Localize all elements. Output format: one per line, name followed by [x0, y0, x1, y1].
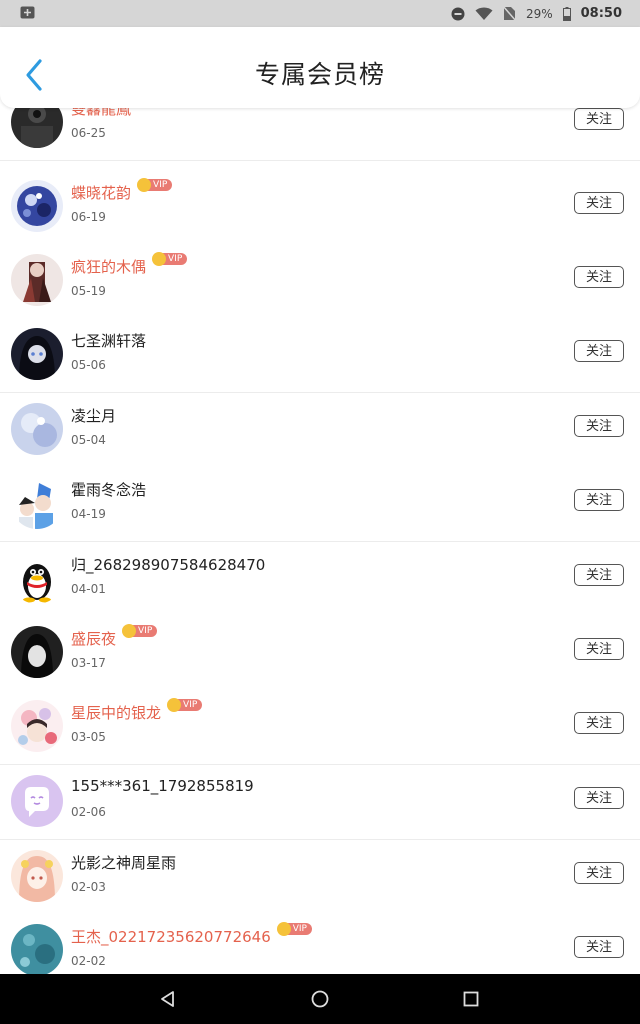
member-name[interactable]: 王杰_02217235620772646 VIP: [71, 922, 312, 947]
member-name-text: 七圣渊轩落: [71, 332, 147, 350]
crown-icon: [137, 178, 152, 192]
status-bar: 29% 08:50: [0, 0, 640, 27]
member-name[interactable]: 盛辰夜 VIP: [71, 624, 158, 649]
join-date: 06-19: [71, 210, 106, 224]
avatar[interactable]: [11, 477, 63, 529]
avatar[interactable]: [11, 626, 63, 678]
avatar[interactable]: [11, 180, 63, 232]
navigation-bar: [0, 974, 640, 1024]
vip-badge: VIP: [152, 252, 188, 266]
battery-icon: [562, 6, 571, 21]
crown-icon: [122, 624, 137, 638]
member-name-text: 盛辰夜: [71, 630, 117, 648]
nav-recents-button[interactable]: [461, 989, 481, 1009]
list-item[interactable]: 霍雨冬念浩 04-19 关注: [0, 467, 640, 542]
member-name-text: 归_268298907584628470: [71, 556, 266, 574]
notification-square-icon: [20, 6, 35, 23]
list-item[interactable]: 凌尘月 05-04 关注: [0, 393, 640, 468]
member-name-text: 王杰_02217235620772646: [71, 928, 271, 946]
join-date: 05-06: [71, 358, 106, 372]
follow-button[interactable]: 关注: [574, 266, 624, 288]
join-date: 02-03: [71, 880, 106, 894]
follow-button[interactable]: 关注: [574, 936, 624, 958]
member-name[interactable]: 星辰中的银龙 VIP: [71, 698, 203, 723]
battery-percent: 29%: [525, 6, 553, 21]
vip-badge: VIP: [167, 698, 203, 712]
vip-badge: VIP: [122, 624, 158, 638]
member-name-text: 凌尘月: [71, 407, 117, 425]
avatar[interactable]: [11, 403, 63, 455]
follow-button[interactable]: 关注: [574, 638, 624, 660]
join-date: 05-19: [71, 284, 106, 298]
list-item[interactable]: 光影之神周星雨 02-03 关注: [0, 840, 640, 915]
follow-button[interactable]: 关注: [574, 415, 624, 437]
avatar[interactable]: [11, 328, 63, 380]
avatar[interactable]: [11, 552, 63, 604]
member-name[interactable]: 凌尘月: [71, 405, 116, 426]
page-title: 专属会员榜: [254, 60, 385, 89]
member-list[interactable]: 雙馫龍鳳VIP 06-25 关注 蝶晓花韵VIP 06-19 关注 疯狂的木偶V…: [0, 96, 640, 974]
member-name[interactable]: 归_268298907584628470: [71, 554, 265, 575]
do-not-disturb-icon: [451, 7, 465, 21]
circle-home-icon: [311, 990, 329, 1008]
member-name-text: 蝶晓花韵: [71, 184, 132, 202]
square-recents-icon: [463, 991, 479, 1007]
header-bar: 专属会员榜: [0, 27, 640, 108]
vip-badge: VIP: [137, 178, 173, 192]
member-name[interactable]: 蝶晓花韵 VIP: [71, 178, 173, 203]
member-name-text: 光影之神周星雨: [71, 854, 177, 872]
member-name[interactable]: 光影之神周星雨: [71, 852, 176, 873]
follow-button[interactable]: 关注: [574, 340, 624, 362]
list-item[interactable]: 星辰中的银龙 VIP 03-05 关注: [0, 690, 640, 765]
follow-button[interactable]: 关注: [574, 192, 624, 214]
avatar[interactable]: [11, 850, 63, 902]
follow-button[interactable]: 关注: [574, 787, 624, 809]
member-name-text: 疯狂的木偶: [71, 258, 147, 276]
nav-home-button[interactable]: [310, 989, 330, 1009]
list-item[interactable]: 疯狂的木偶 VIP 05-19 关注: [0, 244, 640, 319]
join-date: 06-25: [71, 126, 106, 140]
member-name-text: 霍雨冬念浩: [71, 481, 147, 499]
triangle-back-icon: [161, 991, 174, 1007]
join-date: 05-04: [71, 433, 106, 447]
member-name[interactable]: 七圣渊轩落: [71, 330, 146, 351]
member-name[interactable]: 155***361_1792855819: [71, 777, 254, 795]
list-item[interactable]: 155***361_1792855819 02-06 关注: [0, 765, 640, 840]
wifi-icon: [475, 7, 493, 21]
no-sim-icon: [502, 6, 516, 21]
follow-button[interactable]: 关注: [574, 712, 624, 734]
join-date: 04-19: [71, 507, 106, 521]
member-name[interactable]: 霍雨冬念浩: [71, 479, 146, 500]
avatar[interactable]: [11, 924, 63, 974]
member-name-text: 155***361_1792855819: [71, 777, 254, 795]
crown-icon: [276, 922, 291, 936]
avatar[interactable]: [11, 775, 63, 827]
join-date: 02-06: [71, 805, 106, 819]
crown-icon: [167, 698, 182, 712]
follow-button[interactable]: 关注: [574, 108, 624, 130]
list-item[interactable]: 归_268298907584628470 04-01 关注: [0, 542, 640, 617]
follow-button[interactable]: 关注: [574, 564, 624, 586]
list-item[interactable]: 盛辰夜 VIP 03-17 关注: [0, 616, 640, 691]
join-date: 04-01: [71, 582, 106, 596]
crown-icon: [152, 252, 167, 266]
follow-button[interactable]: 关注: [574, 489, 624, 511]
join-date: 03-17: [71, 656, 106, 670]
vip-badge: VIP: [276, 922, 312, 936]
nav-back-button[interactable]: [158, 989, 178, 1009]
member-name[interactable]: 疯狂的木偶 VIP: [71, 252, 188, 277]
avatar[interactable]: [11, 254, 63, 306]
member-name-text: 星辰中的银龙: [71, 704, 162, 722]
join-date: 02-02: [71, 954, 106, 968]
join-date: 03-05: [71, 730, 106, 744]
clock: 08:50: [580, 6, 622, 21]
list-item[interactable]: 七圣渊轩落 05-06 关注: [0, 318, 640, 393]
list-item[interactable]: 蝶晓花韵 VIP 06-19 关注: [0, 170, 640, 245]
avatar[interactable]: [11, 700, 63, 752]
list-item[interactable]: 王杰_02217235620772646 VIP 02-02 关注: [0, 914, 640, 974]
follow-button[interactable]: 关注: [574, 862, 624, 884]
